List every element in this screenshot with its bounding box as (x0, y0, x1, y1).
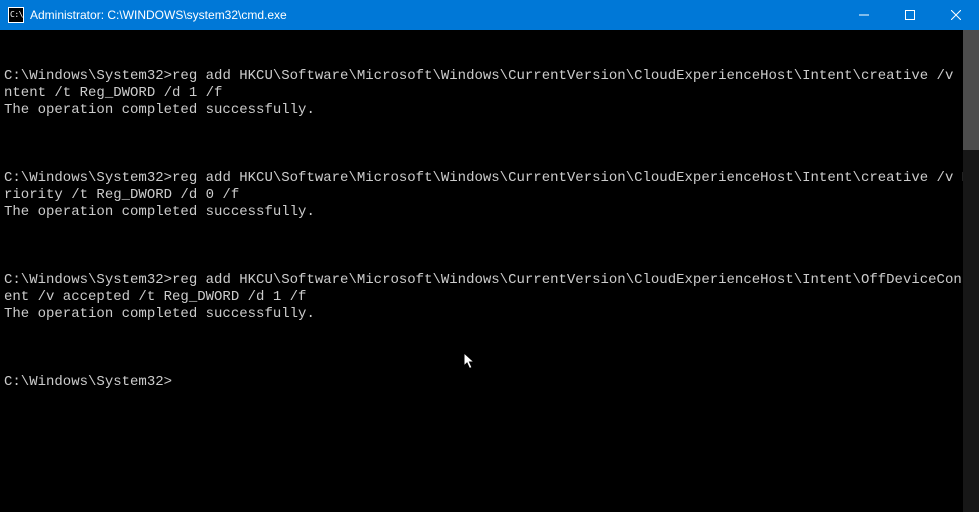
cmd-icon: C:\ (8, 7, 24, 23)
window-title: Administrator: C:\WINDOWS\system32\cmd.e… (30, 8, 287, 22)
command-block: C:\Windows\System32>reg add HKCU\Softwar… (4, 272, 977, 323)
titlebar[interactable]: C:\ Administrator: C:\WINDOWS\system32\c… (0, 0, 979, 30)
minimize-button[interactable] (841, 0, 887, 30)
current-prompt-line: C:\Windows\System32> (4, 374, 977, 391)
output-text: The operation completed successfully. (4, 102, 315, 118)
prompt-text: C:\Windows\System32> (4, 170, 172, 186)
scrollbar-thumb[interactable] (963, 30, 979, 150)
command-block: C:\Windows\System32>reg add HKCU\Softwar… (4, 170, 977, 221)
command-block: C:\Windows\System32>reg add HKCU\Softwar… (4, 68, 977, 119)
prompt-text: C:\Windows\System32> (4, 68, 172, 84)
maximize-icon (905, 10, 915, 20)
prompt-text: C:\Windows\System32> (4, 272, 172, 288)
terminal-output[interactable]: C:\Windows\System32>reg add HKCU\Softwar… (0, 30, 979, 512)
minimize-icon (859, 10, 869, 20)
output-text: The operation completed successfully. (4, 306, 315, 322)
vertical-scrollbar[interactable] (963, 30, 979, 512)
prompt-text: C:\Windows\System32> (4, 374, 172, 390)
cmd-window: C:\ Administrator: C:\WINDOWS\system32\c… (0, 0, 979, 512)
output-text: The operation completed successfully. (4, 204, 315, 220)
close-button[interactable] (933, 0, 979, 30)
maximize-button[interactable] (887, 0, 933, 30)
close-icon (951, 10, 961, 20)
